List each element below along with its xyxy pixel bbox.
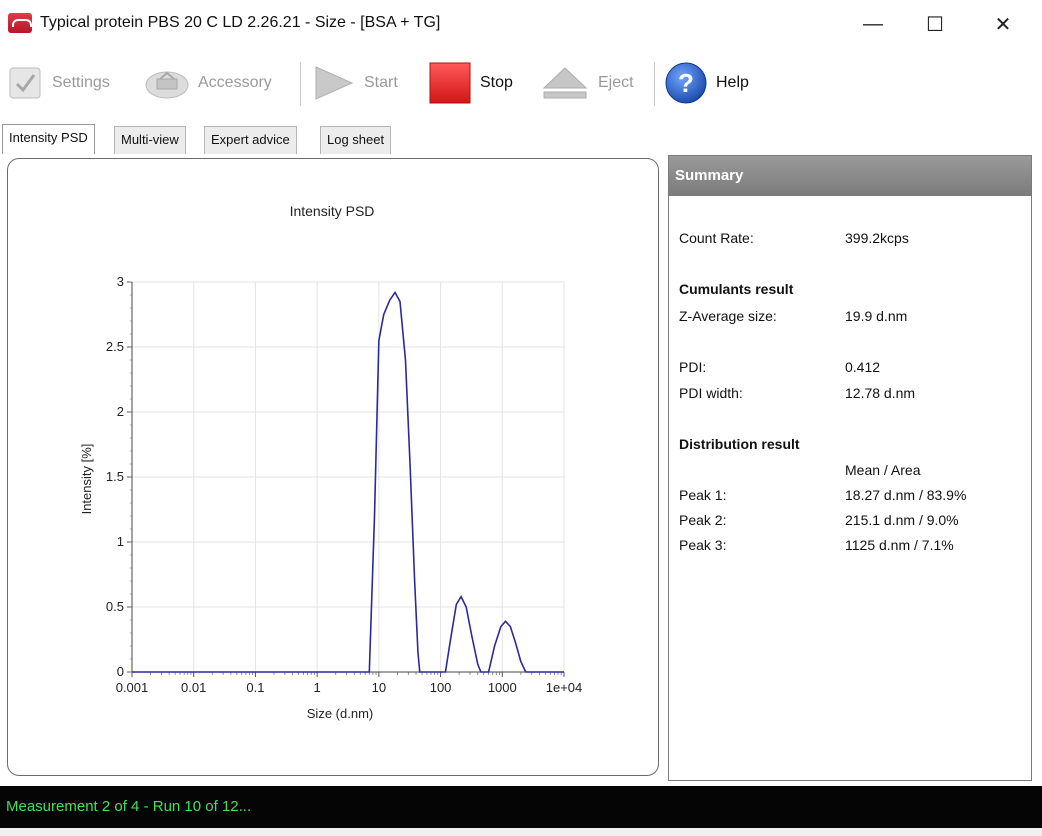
stop-label: Stop [480, 74, 513, 91]
summary-panel: Summary Count Rate: 399.2kcps Cumulants … [668, 155, 1032, 781]
peak-1-label: Peak 1: [679, 487, 727, 503]
tab-expert-advice[interactable]: Expert advice [204, 126, 297, 154]
app-logo-icon [8, 13, 32, 33]
summary-header: Summary [669, 156, 1031, 196]
y-tick-label: 1 [117, 534, 124, 549]
play-icon [312, 64, 356, 102]
status-text: Measurement 2 of 4 - Run 10 of 12... [6, 798, 252, 815]
peak-3-value: 1125 d.nm / 7.1% [845, 537, 954, 553]
pdi-width-value: 12.78 d.nm [845, 385, 916, 401]
x-tick-label: 0.1 [246, 680, 264, 695]
svg-text:?: ? [678, 68, 694, 98]
help-button[interactable]: ? Help [664, 58, 749, 108]
y-tick-label: 0.5 [106, 599, 124, 614]
mean-area-label: Mean / Area [845, 462, 921, 478]
peak-1-value: 18.27 d.nm / 83.9% [845, 487, 967, 503]
stop-icon [428, 62, 472, 104]
window-bottom-edge [0, 828, 1042, 836]
help-label: Help [716, 74, 749, 91]
x-tick-label: 0.001 [116, 680, 149, 695]
plot-panel: 0.001 0.01 0.1 1 10 100 1000 1e+04 0 0.5 1 1.5 2 2.5 3… [7, 158, 659, 776]
peak-2-label: Peak 2: [679, 512, 727, 528]
tab-multi-view[interactable]: Multi-view [114, 126, 186, 154]
x-tick-label: 100 [430, 680, 452, 695]
series-line [132, 290, 564, 673]
intensity-psd-chart: 0.001 0.01 0.1 1 10 100 1000 1e+04 0 0.5 1 1.5 2 2.5 3… [79, 203, 583, 721]
checkmark-icon [6, 64, 44, 102]
pdi-label: PDI: [679, 359, 707, 375]
y-tick-label: 1.5 [106, 469, 124, 484]
x-tick-label: 10 [372, 680, 386, 695]
x-tick-label: 1000 [488, 680, 517, 695]
y-axis-label: Intensity [%] [79, 444, 94, 515]
stop-button[interactable]: Stop [428, 58, 513, 108]
cumulants-heading: Cumulants result [679, 281, 794, 297]
distribution-heading: Distribution result [679, 436, 800, 452]
accessory-button[interactable]: Accessory [144, 58, 272, 108]
count-rate-label: Count Rate: [679, 230, 754, 246]
tab-log-sheet[interactable]: Log sheet [320, 126, 392, 154]
chart-title: Intensity PSD [290, 203, 375, 219]
eject-button[interactable]: Eject [540, 58, 634, 108]
peak-2-value: 215.1 d.nm / 9.0% [845, 512, 959, 528]
y-tick-label: 0 [117, 664, 124, 679]
y-tick-label: 2 [117, 404, 124, 419]
z-average-label: Z-Average size: [679, 308, 777, 324]
accessory-icon [144, 64, 190, 102]
settings-label: Settings [52, 74, 110, 91]
tab-bar: Intensity PSD Multi-view Expert advice L… [0, 124, 1042, 154]
title-bar: Typical protein PBS 20 C LD 2.26.21 - Si… [0, 0, 1042, 50]
toolbar-separator [654, 62, 655, 106]
status-bar: Measurement 2 of 4 - Run 10 of 12... [0, 786, 1042, 828]
tab-intensity-psd[interactable]: Intensity PSD [2, 124, 95, 154]
toolbar: Settings Accessory Start Stop Eject ? He… [0, 50, 1042, 120]
pdi-width-label: PDI width: [679, 385, 743, 401]
settings-button[interactable]: Settings [6, 58, 110, 108]
close-button[interactable]: ✕ [980, 8, 1026, 40]
window-title: Typical protein PBS 20 C LD 2.26.21 - Si… [40, 14, 441, 31]
start-button[interactable]: Start [312, 58, 398, 108]
count-rate-value: 399.2kcps [845, 230, 909, 246]
pdi-value: 0.412 [845, 359, 881, 375]
help-icon: ? [664, 62, 708, 104]
x-tick-label: 1e+04 [546, 680, 583, 695]
accessory-label: Accessory [198, 74, 272, 91]
eject-icon [540, 64, 590, 102]
start-label: Start [364, 74, 398, 91]
eject-label: Eject [598, 74, 634, 91]
x-tick-label: 0.01 [181, 680, 206, 695]
y-tick-label: 3 [117, 274, 124, 289]
x-tick-label: 1 [314, 680, 321, 695]
minimize-button[interactable]: — [850, 8, 896, 40]
toolbar-separator [300, 62, 301, 106]
x-axis-label: Size (d.nm) [307, 706, 373, 721]
peak-3-label: Peak 3: [679, 537, 727, 553]
y-tick-label: 2.5 [106, 339, 124, 354]
z-average-value: 19.9 d.nm [845, 308, 908, 324]
maximize-button[interactable]: ☐ [912, 8, 958, 40]
